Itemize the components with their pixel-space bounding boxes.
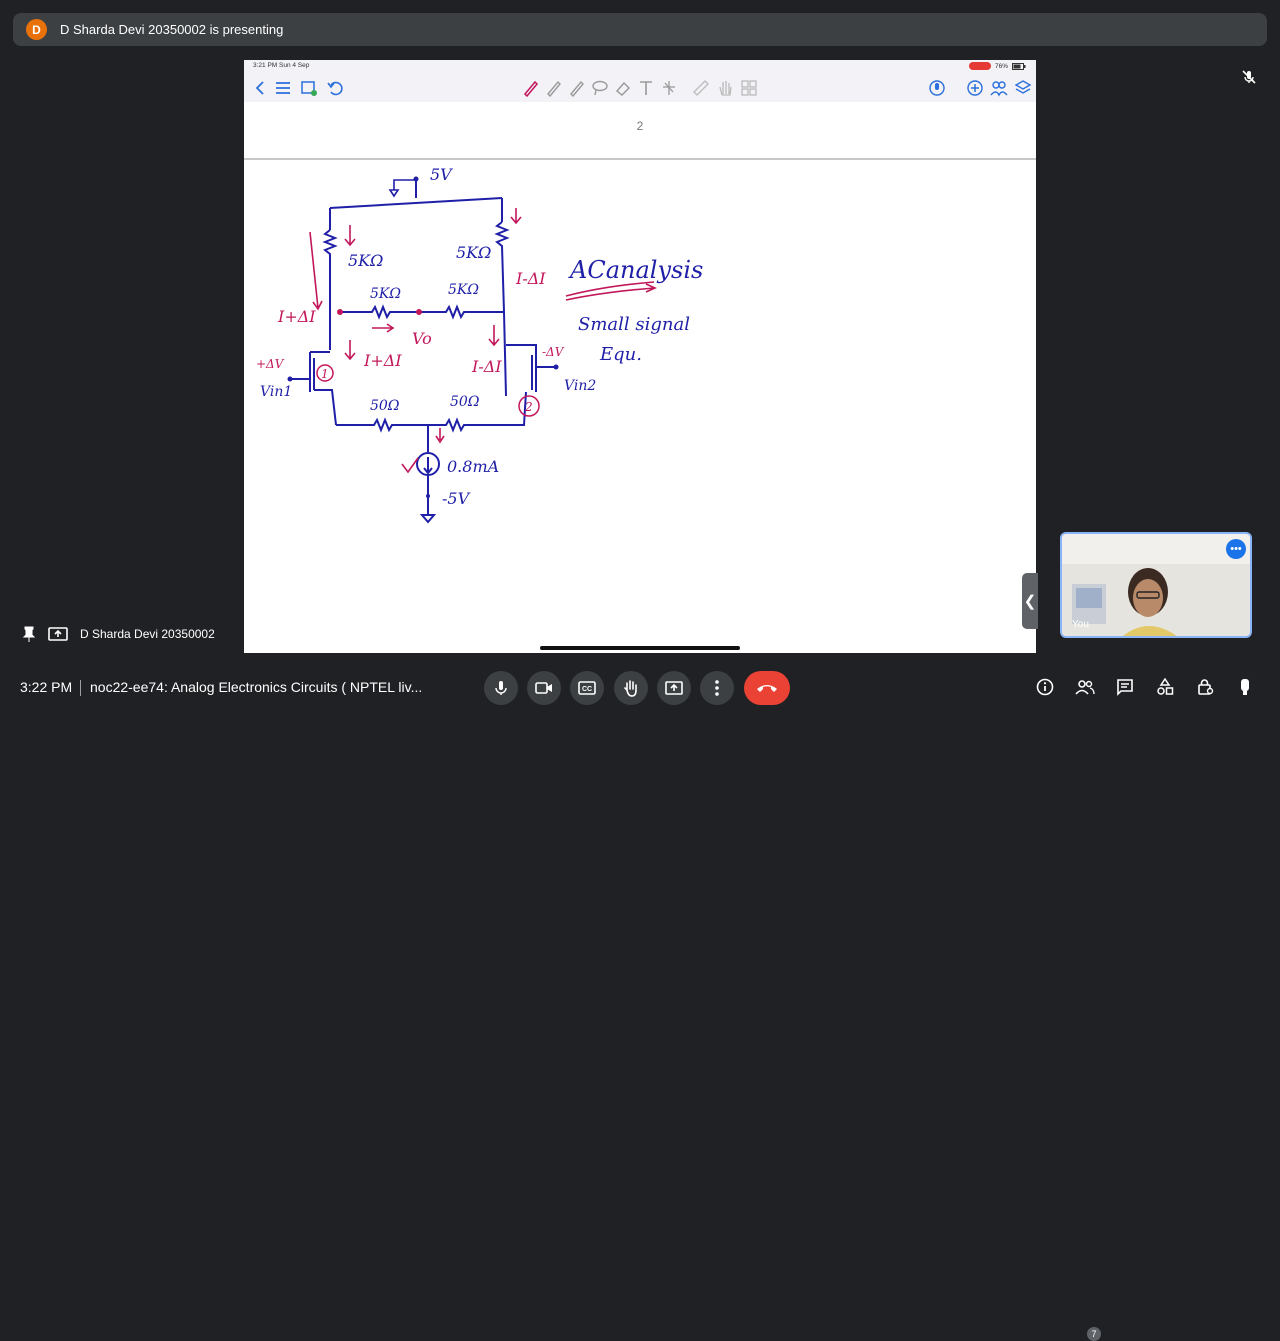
light-icon <box>1241 679 1249 695</box>
label-equ: Equ. <box>599 344 642 365</box>
present-button[interactable] <box>657 671 691 705</box>
hand-icon[interactable] <box>716 79 734 97</box>
chat-button[interactable] <box>1114 676 1136 698</box>
collapse-side-panel-button[interactable]: ❮ <box>1022 573 1038 629</box>
self-view-label: You <box>1072 619 1089 630</box>
more-options-icon[interactable]: ••• <box>1226 539 1246 559</box>
label-vin2: Vin2 <box>564 378 596 394</box>
camera-icon <box>535 682 552 694</box>
label-right-branch-current: I-ΔI <box>471 357 502 376</box>
home-indicator <box>540 646 740 650</box>
label-transistor-2: 2 <box>524 400 533 414</box>
label-ac-current: I-ΔI <box>515 269 546 288</box>
text-icon[interactable] <box>637 79 655 97</box>
camera-button[interactable] <box>527 671 561 705</box>
shared-screen: 3:21 PM Sun 4 Sep 76% 2 5V 5KΩ 5KΩ 5KΩ 5… <box>244 60 1036 653</box>
recording-indicator <box>968 62 991 70</box>
companion-button[interactable] <box>1234 676 1256 698</box>
layers-icon[interactable] <box>1014 79 1032 97</box>
activities-icon <box>1157 678 1174 695</box>
presenting-text: D Sharda Devi 20350002 is presenting <box>60 22 284 37</box>
label-r-bot-left: 50Ω <box>370 398 400 414</box>
meeting-controls-bar: 3:22 PM noc22-ee74: Analog Electronics C… <box>0 664 1280 1341</box>
label-transistor-1: 1 <box>321 367 329 381</box>
raise-hand-button[interactable] <box>614 671 648 705</box>
mic-button[interactable] <box>484 671 518 705</box>
presenting-banner: D D Sharda Devi 20350002 is presenting <box>13 13 1267 46</box>
notes-toolbar <box>244 72 1036 102</box>
mic-icon <box>495 681 507 695</box>
captions-icon: CC <box>578 681 596 695</box>
label-vin1: Vin1 <box>260 384 292 400</box>
share-icon[interactable] <box>990 79 1008 97</box>
host-controls-button[interactable] <box>1194 676 1216 698</box>
presenter-name-text: D Sharda Devi 20350002 <box>80 627 215 641</box>
undo-icon[interactable] <box>326 79 344 97</box>
label-left-current: I+ΔI <box>277 307 316 326</box>
status-time: 3:21 PM Sun 4 Sep <box>253 62 310 69</box>
label-r-mid-right: 5KΩ <box>448 282 479 298</box>
list-icon[interactable] <box>274 79 292 97</box>
captions-button[interactable]: CC <box>570 671 604 705</box>
label-supply-bottom: -5V <box>442 489 471 508</box>
back-icon[interactable] <box>252 79 270 97</box>
page-number: 2 <box>636 119 644 133</box>
svg-text:CC: CC <box>582 686 592 693</box>
pen-icon[interactable] <box>522 79 540 97</box>
eraser-icon[interactable] <box>614 79 632 97</box>
lock-person-icon <box>1198 679 1214 695</box>
people-icon <box>1075 680 1095 695</box>
more-vert-icon <box>715 680 719 696</box>
label-r-mid-left: 5KΩ <box>370 286 401 302</box>
label-vin1-delta: +ΔV <box>256 357 285 371</box>
end-call-button[interactable] <box>744 671 790 705</box>
mic-off-icon <box>1242 70 1256 84</box>
battery-icon <box>1012 62 1026 70</box>
label-r-top-right: 5KΩ <box>456 243 491 262</box>
label-small-signal: Small signal <box>578 314 690 335</box>
presenter-label: D Sharda Devi 20350002 <box>22 626 215 642</box>
label-r-bot-right: 50Ω <box>450 394 480 410</box>
add-page-icon[interactable] <box>966 79 984 97</box>
pencil-icon[interactable] <box>545 79 563 97</box>
present-icon <box>665 681 683 695</box>
info-icon <box>1036 678 1054 696</box>
people-button[interactable] <box>1074 676 1096 698</box>
meeting-details-button[interactable] <box>1034 676 1056 698</box>
circuit-drawing: 5V 5KΩ 5KΩ 5KΩ 5KΩ I+ΔI Vo I+ΔI I-ΔI I-Δ… <box>256 165 703 524</box>
label-current-source: 0.8mA <box>447 457 499 476</box>
lasso-icon[interactable] <box>591 79 609 97</box>
tablet-status-bar: 3:21 PM Sun 4 Sep 76% <box>244 60 1036 72</box>
shape-icon[interactable] <box>660 79 678 97</box>
divider <box>80 680 81 696</box>
present-screen-icon <box>48 627 68 641</box>
label-r-top-left: 5KΩ <box>348 251 383 270</box>
battery-level: 76% <box>994 62 1008 70</box>
pin-icon[interactable] <box>22 626 36 642</box>
highlighter-icon[interactable] <box>568 79 586 97</box>
self-view-tile[interactable]: You ••• <box>1060 532 1252 638</box>
label-vo: Vo <box>412 329 432 348</box>
activities-button[interactable] <box>1154 676 1176 698</box>
meeting-title: noc22-ee74: Analog Electronics Circuits … <box>90 679 423 695</box>
participants-count-badge: 7 <box>1087 1327 1101 1341</box>
chat-icon <box>1117 679 1133 696</box>
more-options-button[interactable] <box>700 671 734 705</box>
self-video <box>1062 534 1250 636</box>
ruler-icon[interactable] <box>692 79 710 97</box>
page-header: 2 <box>244 102 1036 160</box>
thumbnails-icon[interactable] <box>300 79 318 97</box>
mic-icon[interactable] <box>928 79 946 97</box>
presenter-avatar: D <box>26 19 47 40</box>
hang-up-icon <box>757 685 777 692</box>
label-supply-top: 5V <box>430 165 453 184</box>
label-left-branch-current: I+ΔI <box>363 351 402 370</box>
hand-icon <box>624 680 637 697</box>
meeting-clock: 3:22 PM <box>20 679 73 695</box>
label-ac-analysis: ACanalysis <box>568 256 703 284</box>
image-icon[interactable] <box>740 79 758 97</box>
label-vin2-delta: -ΔV <box>542 345 565 359</box>
